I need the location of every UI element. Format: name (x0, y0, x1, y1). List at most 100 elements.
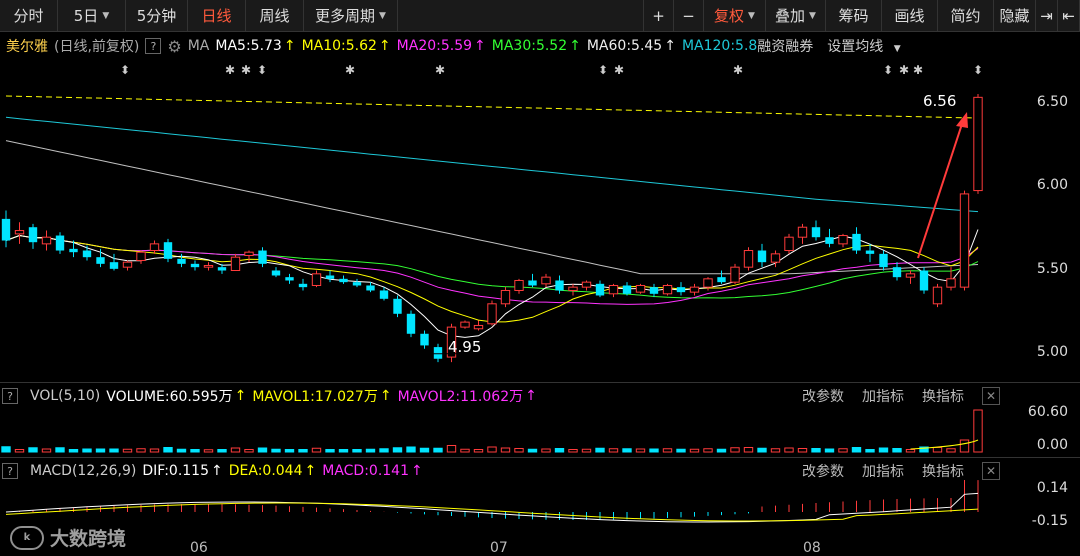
event-marker-icon: ✱ (241, 63, 251, 77)
candle-body (285, 277, 294, 281)
volume-bar (554, 448, 565, 453)
volume-bar (838, 448, 848, 453)
candle-body (514, 279, 524, 291)
candle-body (528, 280, 537, 286)
price-tick-650: 6.50 (1036, 94, 1068, 110)
volume-bar (190, 449, 200, 453)
vol-change-param-button[interactable]: 改参数 (802, 386, 844, 406)
candle-body (487, 303, 497, 325)
candle-body (28, 227, 38, 243)
mavol1-value: MAVOL1:17.027万 (252, 389, 378, 405)
candle-body (14, 230, 25, 235)
volume-bar (865, 449, 875, 453)
volume-bar (338, 449, 349, 453)
candle-body (959, 193, 970, 288)
candle-body (244, 251, 254, 257)
candle-body (393, 298, 402, 314)
vol-close-icon[interactable]: ✕ (982, 387, 1000, 405)
candle-body (177, 258, 186, 264)
vol-swap-indicator-button[interactable]: 换指标 (922, 386, 964, 406)
vol-help-button[interactable]: ? (2, 388, 18, 404)
candle-body (757, 250, 767, 263)
candle-body (568, 286, 578, 291)
candle-body (149, 243, 160, 252)
volume-bar (662, 448, 673, 453)
volume-bar (649, 448, 659, 453)
candle-body (919, 270, 929, 291)
volume-arrow-icon: ↑ (234, 388, 247, 404)
mavol2-arrow-icon: ↑ (525, 388, 537, 404)
volume-bar (608, 448, 619, 453)
candle-body (55, 235, 65, 251)
volume-bar (41, 448, 52, 453)
volume-bar (622, 448, 632, 453)
candle-body (973, 96, 983, 192)
watermark-text: 大数跨境 (50, 528, 127, 550)
macd-help-button[interactable]: ? (2, 463, 18, 479)
candle-body (770, 253, 781, 263)
candle-body (717, 277, 726, 283)
candle-body (622, 285, 632, 294)
volume-bar (595, 447, 605, 453)
candle-body (190, 263, 200, 268)
volume-bar (541, 448, 551, 453)
macd-value: MACD:0.141 (322, 463, 409, 479)
candle-body (555, 280, 564, 291)
volume-bar (460, 448, 470, 453)
candle-body (352, 282, 362, 286)
trend-arrow-head (956, 112, 968, 128)
candle-body (500, 289, 511, 305)
candle-body (703, 278, 713, 288)
volume-bar (473, 449, 484, 453)
volume-bar (959, 439, 970, 453)
macd-tick-pos: 0.14 (1036, 480, 1068, 496)
candle-body (96, 257, 105, 264)
volume-bar (149, 448, 160, 453)
candle-body (662, 284, 673, 295)
volume-bar (122, 448, 133, 453)
trend-arrow-line (917, 123, 963, 259)
price-guide-line (5, 95, 976, 119)
candle-body (892, 267, 902, 278)
candle-body (581, 281, 592, 288)
price-tick-500: 5.00 (1036, 344, 1068, 360)
candle-body (420, 333, 429, 346)
candle-body (82, 250, 92, 258)
volume-bar (109, 448, 119, 453)
event-marker-icon: ✱ (225, 63, 235, 77)
volume-bar (379, 448, 389, 453)
watermark-logo-icon: k (10, 525, 44, 550)
volume-bar (217, 449, 227, 453)
candle-body (41, 236, 52, 245)
macd-add-indicator-button[interactable]: 加指标 (862, 461, 904, 481)
ma120-line (5, 116, 979, 213)
macd-change-param-button[interactable]: 改参数 (802, 461, 844, 481)
volume-bar (932, 447, 943, 453)
candle-body (473, 324, 484, 330)
macd-close-icon[interactable]: ✕ (982, 462, 1000, 480)
vol-add-indicator-button[interactable]: 加指标 (862, 386, 904, 406)
candle-body (595, 283, 605, 296)
event-marker-icon: ⬍ (120, 63, 130, 77)
macd-panel-header: ? MACD(12,26,9) DIF:0.115 ↑ DEA:0.044 ↑ MA… (0, 460, 1080, 482)
candle-body (1, 218, 11, 241)
volume-bar (446, 445, 457, 453)
price-tick-550: 5.50 (1036, 261, 1068, 277)
volume-bar (352, 449, 362, 453)
candle-body (379, 290, 389, 299)
volume-bar (757, 447, 767, 453)
candle-body (608, 284, 619, 295)
volume-bar (433, 447, 443, 453)
candle-body (946, 278, 956, 288)
candle-body (865, 250, 875, 254)
event-marker-icon: ✱ (899, 63, 909, 77)
macd-swap-indicator-button[interactable]: 换指标 (922, 461, 964, 481)
volume-bar (68, 449, 79, 453)
volume-bar (487, 446, 497, 453)
dea-arrow-icon: ↑ (304, 463, 317, 479)
candle-body (879, 253, 888, 268)
volume-bar (973, 409, 983, 453)
volume-bar (568, 449, 578, 453)
candle-body (743, 250, 754, 268)
volume-bar (284, 449, 295, 453)
